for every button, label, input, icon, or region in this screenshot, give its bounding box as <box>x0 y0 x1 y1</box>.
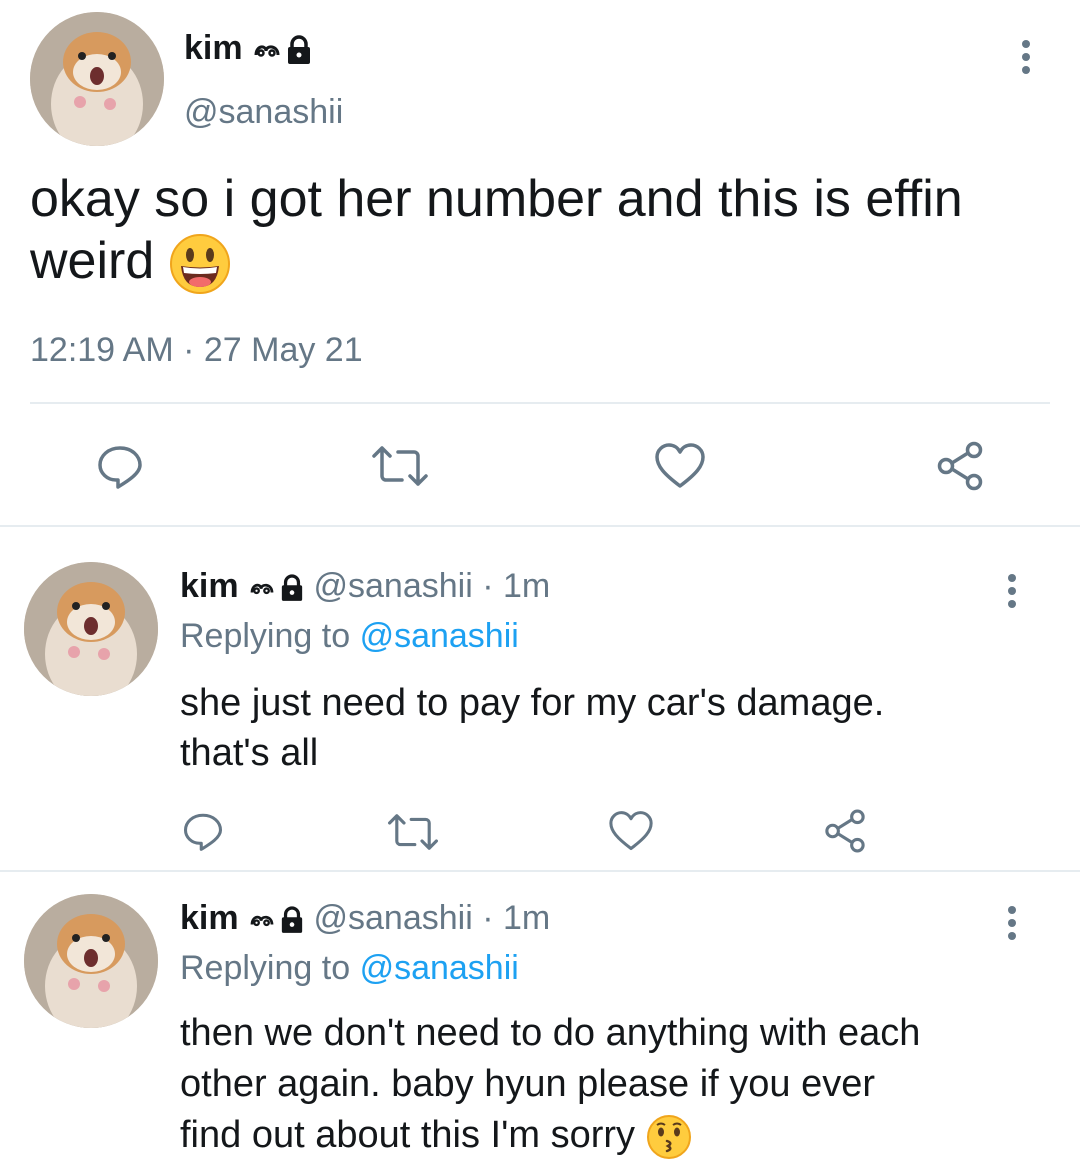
divider <box>30 402 1050 404</box>
more-icon[interactable] <box>1000 574 1024 608</box>
name-badges <box>248 574 304 602</box>
grinning-face-emoji <box>169 234 230 295</box>
avatar[interactable] <box>30 12 164 146</box>
replying-to-handle[interactable]: @sanashii <box>360 617 519 655</box>
name-badges <box>252 35 312 65</box>
like-icon[interactable] <box>654 442 706 490</box>
reply-header: kim @sanashii · 1m <box>180 566 550 606</box>
display-name[interactable]: kim <box>184 29 243 67</box>
share-icon[interactable] <box>934 440 986 492</box>
retweet-icon[interactable] <box>370 444 430 488</box>
tweet-timestamp[interactable]: 12:19 AM · 27 May 21 <box>30 330 363 370</box>
kissing-face-emoji <box>646 1114 691 1159</box>
tweet-age[interactable]: · 1m <box>482 567 550 605</box>
replying-to: Replying to @sanashii <box>180 949 519 987</box>
like-icon[interactable] <box>608 810 654 852</box>
mask-symbol-icon <box>250 583 274 595</box>
author-handle[interactable]: @sanashii <box>314 567 473 605</box>
lock-icon <box>281 906 303 933</box>
mask-symbol-icon <box>250 915 274 927</box>
avatar[interactable] <box>24 894 158 1028</box>
divider <box>0 525 1080 527</box>
tweet-text: then we don't need to do anything with e… <box>180 1008 1050 1161</box>
lock-icon <box>281 574 303 601</box>
reply-header: kim @sanashii · 1m <box>180 898 550 938</box>
replying-to: Replying to @sanashii <box>180 617 519 655</box>
retweet-icon[interactable] <box>386 812 440 852</box>
display-name[interactable]: kim <box>180 899 239 937</box>
mask-symbol-icon <box>254 45 280 57</box>
share-icon[interactable] <box>822 808 868 854</box>
display-name[interactable]: kim <box>180 567 239 605</box>
reply-icon[interactable] <box>96 442 144 490</box>
lock-icon <box>288 35 311 65</box>
tweet-text: okay so i got her number and this is eff… <box>30 168 1040 295</box>
author-handle[interactable]: @sanashii <box>184 92 343 132</box>
more-icon[interactable] <box>1000 906 1024 940</box>
avatar[interactable] <box>24 562 158 696</box>
reply-icon[interactable] <box>182 810 224 852</box>
author-name-row: kim <box>184 28 312 68</box>
tweet-age[interactable]: · 1m <box>482 899 550 937</box>
tweet-text: she just need to pay for my car's damage… <box>180 682 885 774</box>
author-handle[interactable]: @sanashii <box>314 899 473 937</box>
name-badges <box>248 906 304 934</box>
replying-to-handle[interactable]: @sanashii <box>360 949 519 987</box>
divider <box>0 870 1080 872</box>
more-icon[interactable] <box>1014 40 1038 74</box>
